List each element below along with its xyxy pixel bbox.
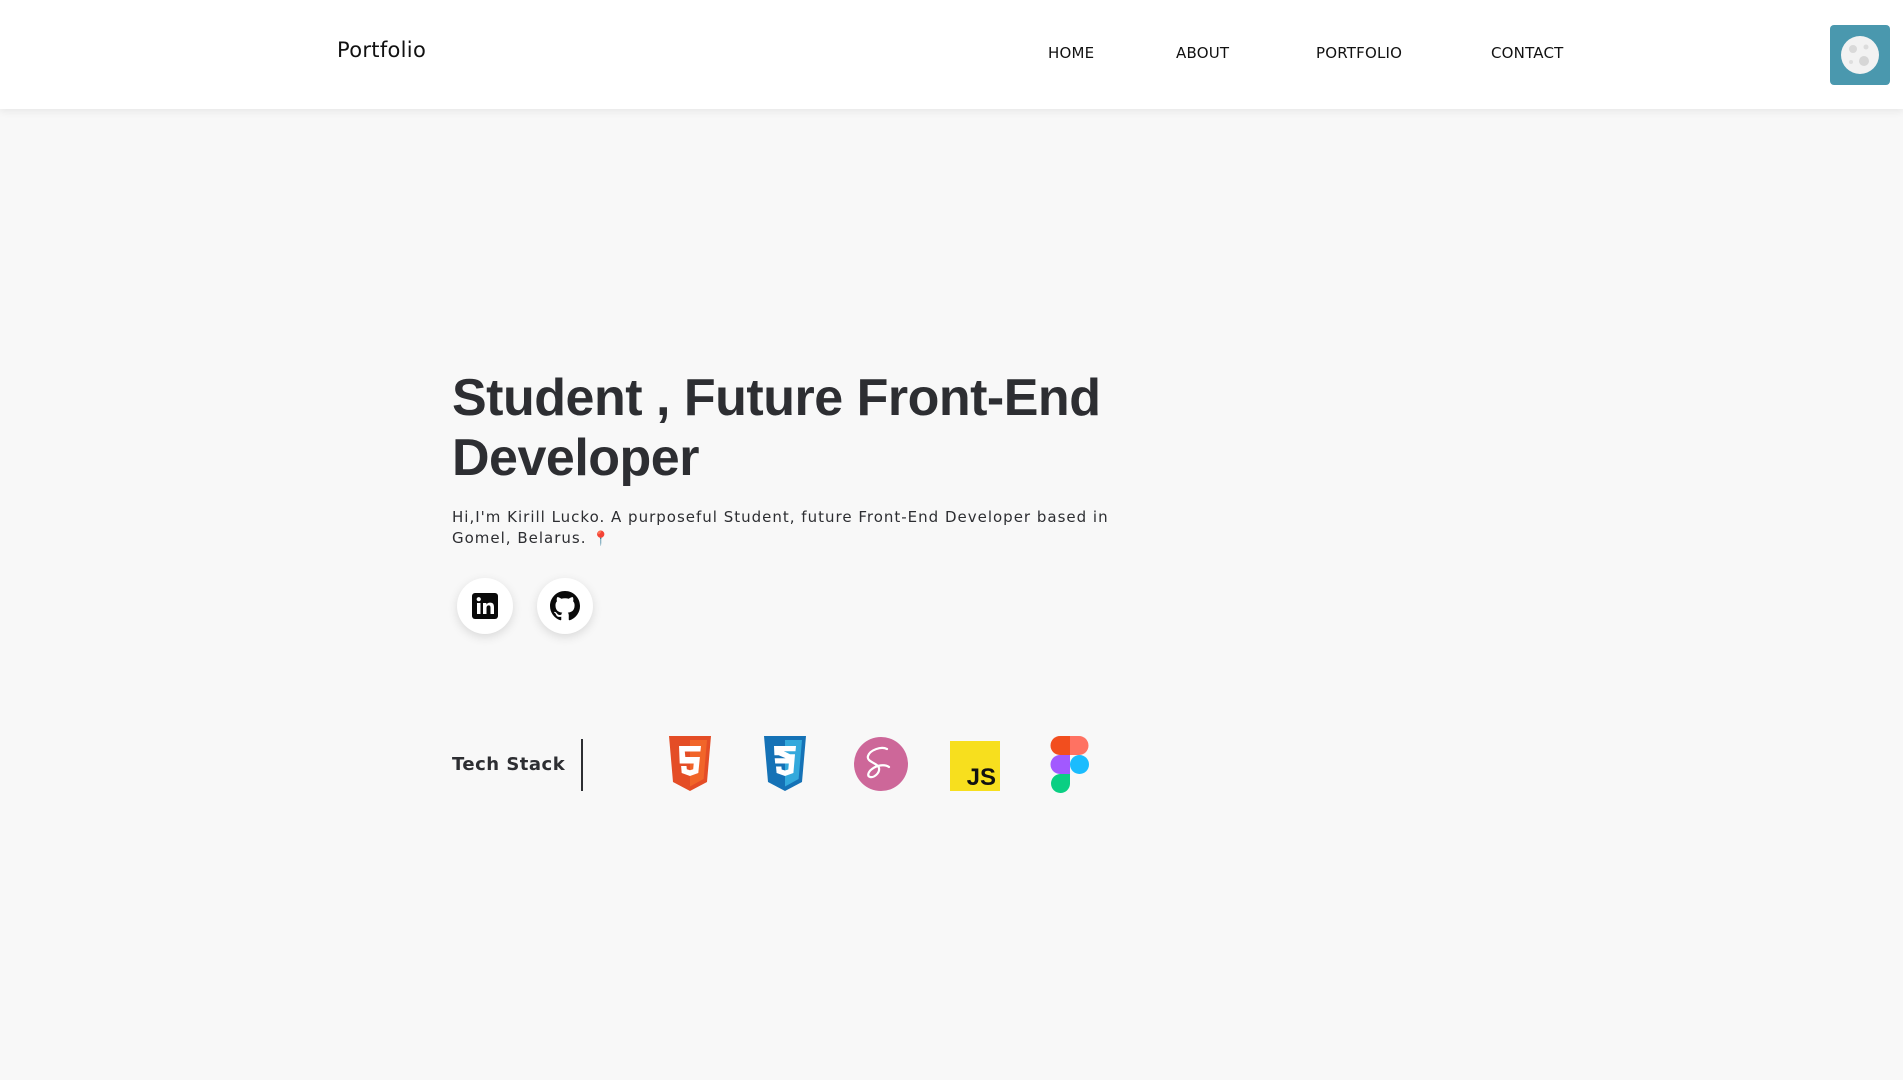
nav-about[interactable]: ABOUT — [1176, 44, 1229, 62]
site-header: Portfolio HOME ABOUT PORTFOLIO CONTACT — [0, 0, 1903, 109]
linkedin-button[interactable] — [457, 578, 513, 634]
logo[interactable]: Portfolio — [337, 38, 426, 62]
nav-contact[interactable]: CONTACT — [1491, 44, 1564, 62]
html5-icon — [669, 736, 711, 791]
nav-home[interactable]: HOME — [1048, 44, 1094, 62]
moon-icon — [1841, 36, 1879, 74]
pin-icon: 📍 — [592, 531, 611, 547]
css3-icon — [764, 736, 806, 791]
sass-icon — [854, 737, 908, 791]
linkedin-icon — [472, 593, 498, 619]
tech-stack-divider — [581, 739, 583, 791]
theme-toggle-button[interactable] — [1830, 25, 1890, 85]
github-icon — [550, 591, 580, 621]
javascript-icon: JS — [950, 741, 1000, 791]
javascript-icon-label: JS — [967, 764, 996, 791]
github-button[interactable] — [537, 578, 593, 634]
tech-stack-label: Tech Stack — [452, 754, 566, 775]
figma-icon — [1050, 736, 1089, 793]
hero-subtitle-text: Hi,I'm Kirill Lucko. A purposeful Studen… — [452, 508, 1109, 547]
hero-title: Student , Future Front-End Developer — [452, 369, 1101, 487]
nav-portfolio[interactable]: PORTFOLIO — [1316, 44, 1402, 62]
hero-subtitle: Hi,I'm Kirill Lucko. A purposeful Studen… — [452, 507, 1112, 550]
